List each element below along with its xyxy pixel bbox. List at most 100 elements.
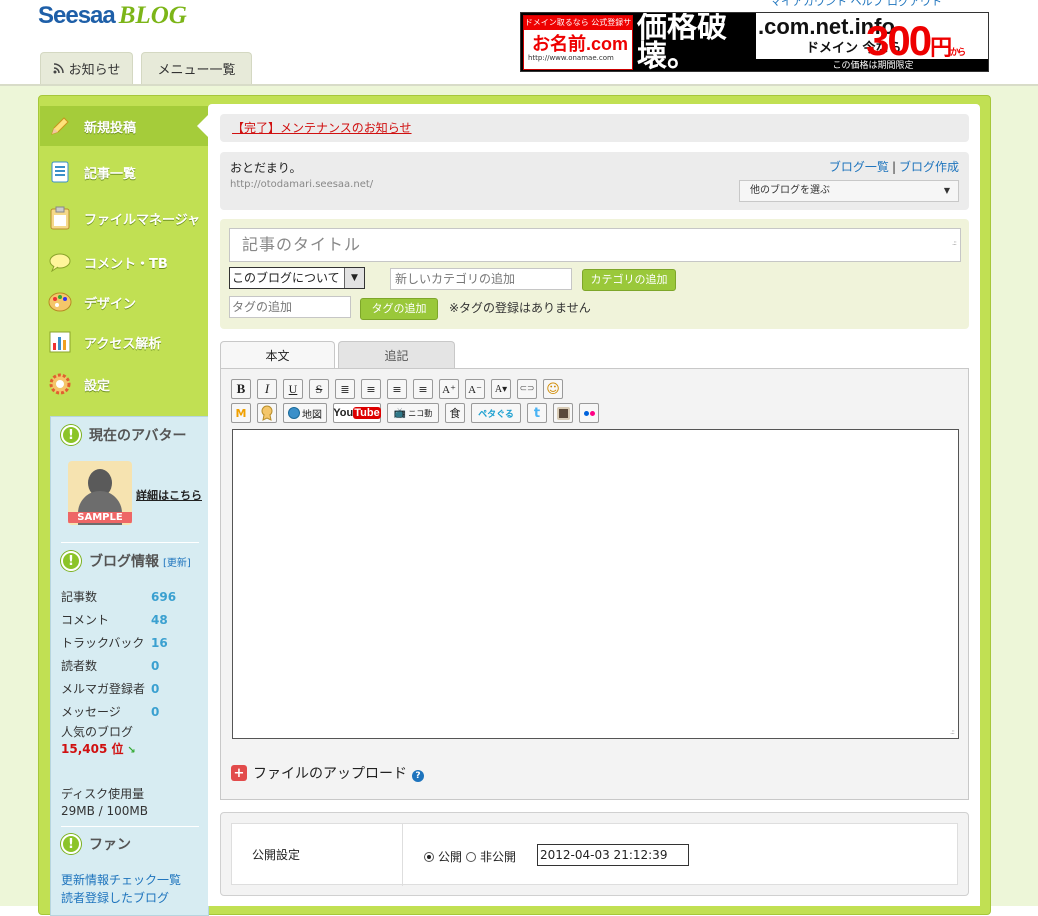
blog-info-update-link[interactable]: [更新] bbox=[163, 554, 191, 569]
strikethrough-button[interactable]: S bbox=[309, 379, 329, 399]
ribbon-icon[interactable] bbox=[257, 403, 277, 423]
radio-private[interactable] bbox=[466, 851, 477, 862]
stat-label: コメント bbox=[61, 613, 110, 627]
sidebar-item-comments[interactable]: コメント・TB bbox=[40, 242, 208, 282]
stat-value[interactable]: 48 bbox=[151, 613, 168, 627]
tab-menu-list-label: メニュー一覧 bbox=[157, 63, 236, 78]
sidebar-item-file-manager[interactable]: ファイルマネージャ bbox=[40, 198, 208, 238]
emoji-button[interactable]: ☺ bbox=[543, 379, 563, 399]
instagram-icon[interactable] bbox=[553, 403, 573, 423]
tab-body[interactable]: 本文 bbox=[220, 341, 335, 369]
stat-row: トラックバック 16 bbox=[61, 631, 201, 654]
stat-label: メッセージ bbox=[61, 705, 121, 719]
sidebar-item-settings[interactable]: 設定 bbox=[40, 364, 208, 404]
sidebar-item-analytics[interactable]: アクセス解析 bbox=[40, 322, 208, 362]
stat-value[interactable]: 0 bbox=[151, 705, 159, 719]
bar-chart-icon bbox=[48, 330, 72, 354]
amazon-icon[interactable]: M bbox=[231, 403, 251, 423]
resize-grip-icon[interactable]: .:: bbox=[950, 728, 955, 736]
no-tags-text: ※タグの登録はありません bbox=[449, 301, 591, 315]
dropdown-arrow-icon: ▼ bbox=[344, 268, 364, 288]
sidebar-item-label: 記事一覧 bbox=[84, 166, 137, 182]
align-right-button[interactable]: ≡ bbox=[413, 379, 433, 399]
fan-link-subscribed[interactable]: 読者登録したブログ bbox=[61, 889, 181, 907]
sidebar-item-label: コメント・TB bbox=[84, 256, 168, 272]
post-title-input[interactable]: 記事のタイトル .:: bbox=[229, 228, 961, 262]
sidebar-item-design[interactable]: デザイン bbox=[40, 282, 208, 322]
fan-link-updates[interactable]: 更新情報チェック一覧 bbox=[61, 871, 181, 889]
header: Seesaa BLOG マイアカウント ヘルプ ログアウト お知らせ メニュー一… bbox=[0, 0, 1038, 90]
tag-input[interactable]: タグの追加 bbox=[229, 296, 351, 318]
tab-extended[interactable]: 追記 bbox=[338, 341, 455, 369]
notice-link[interactable]: 【完了】メンテナンスのお知らせ bbox=[232, 121, 412, 135]
map-button-label: 地図 bbox=[302, 409, 322, 421]
food-button[interactable]: 食 bbox=[445, 403, 465, 423]
new-category-input[interactable]: 新しいカテゴリの追加 bbox=[390, 268, 572, 290]
twitter-icon[interactable]: t bbox=[527, 403, 547, 423]
blog-list-link[interactable]: ブログ一覧 bbox=[829, 160, 889, 174]
category-selected: このブログについて bbox=[232, 271, 340, 285]
blog-url[interactable]: http://otodamari.seesaa.net/ bbox=[230, 179, 373, 190]
bold-button[interactable]: B bbox=[231, 379, 251, 399]
blockquote-button[interactable]: ≣ bbox=[335, 379, 355, 399]
help-icon[interactable]: ? bbox=[412, 770, 424, 782]
stat-value[interactable]: 0 bbox=[151, 659, 159, 673]
ad-headline: 価格破壊。 bbox=[637, 12, 727, 72]
youtube-button[interactable]: You Tube bbox=[333, 403, 381, 423]
other-blog-select-label: 他のブログを選ぶ bbox=[750, 185, 830, 196]
publish-radio-group: 公開 非公開 bbox=[424, 848, 516, 865]
top-links[interactable]: マイアカウント ヘルプ ログアウト bbox=[770, 0, 942, 9]
align-left-button[interactable]: ≡ bbox=[361, 379, 381, 399]
pencil-icon bbox=[48, 114, 72, 138]
disk-label: ディスク使用量 bbox=[61, 787, 145, 801]
italic-button[interactable]: I bbox=[257, 379, 277, 399]
avatar[interactable]: SAMPLE bbox=[68, 461, 132, 525]
stat-value[interactable]: 696 bbox=[151, 590, 176, 604]
seesaa-blog-logo[interactable]: Seesaa BLOG bbox=[38, 2, 187, 30]
petagru-button[interactable]: ペタぐる bbox=[471, 403, 521, 423]
map-button[interactable]: 地図 bbox=[283, 403, 327, 423]
flickr-icon[interactable] bbox=[579, 403, 599, 423]
radio-public-label[interactable]: 公開 bbox=[438, 848, 462, 865]
editor-panel: B I U S ≣ ≡ ≡ ≡ A⁺ A⁻ A▾ ⊂⊃ ☺ M 地図 You Tu… bbox=[220, 368, 969, 800]
link-button[interactable]: ⊂⊃ bbox=[517, 379, 537, 399]
twitter-label: t bbox=[533, 405, 541, 421]
publish-settings-inner: 公開設定 公開 非公開 2012-04-03 21:12:39 bbox=[231, 823, 958, 886]
avatar-sample-label: SAMPLE bbox=[68, 512, 132, 523]
publish-datetime-input[interactable]: 2012-04-03 21:12:39 bbox=[537, 844, 689, 866]
sidebar-item-new-post[interactable]: 新規投稿 bbox=[40, 106, 209, 146]
sidebar-item-post-list[interactable]: 記事一覧 bbox=[40, 152, 208, 192]
font-size-down-button[interactable]: A⁻ bbox=[465, 379, 485, 399]
add-tag-button[interactable]: タグの追加 bbox=[360, 298, 438, 320]
other-blog-select[interactable]: 他のブログを選ぶ ▼ bbox=[739, 180, 959, 202]
category-select[interactable]: このブログについて ▼ bbox=[229, 267, 365, 289]
ad-price-value: 300 bbox=[866, 17, 932, 64]
sidebar-nav: 新規投稿 記事一覧 ファイルマネージャ コメント・TB デザイン アクセス解析 … bbox=[40, 100, 209, 418]
ad-note: この価格は期間限定 bbox=[756, 59, 988, 71]
file-upload[interactable]: + ファイルのアップロード ? bbox=[231, 763, 424, 783]
font-size-up-button[interactable]: A⁺ bbox=[439, 379, 459, 399]
radio-public[interactable] bbox=[424, 851, 434, 862]
sidebar-info-panel: ! 現在のアバター SAMPLE 詳細はこちら ! ブログ情報 [更新] 記事数… bbox=[50, 416, 209, 916]
plus-icon: + bbox=[231, 765, 247, 781]
avatar-detail-link[interactable]: 詳細はこちら bbox=[136, 487, 202, 503]
tab-news-label: お知らせ bbox=[68, 63, 121, 78]
underline-button[interactable]: U bbox=[283, 379, 303, 399]
fan-links: 更新情報チェック一覧 読者登録したブログ bbox=[61, 871, 181, 907]
add-category-button[interactable]: カテゴリの追加 bbox=[582, 269, 676, 291]
blog-links: ブログ一覧 | ブログ作成 bbox=[829, 158, 959, 175]
resize-grip-icon[interactable]: .:: bbox=[952, 227, 957, 259]
nicovideo-button[interactable]: 📺 ニコ動 bbox=[387, 403, 439, 423]
blog-create-link[interactable]: ブログ作成 bbox=[899, 160, 959, 174]
popular-label: 人気のブログ bbox=[61, 725, 134, 739]
tab-news[interactable]: お知らせ bbox=[40, 52, 133, 84]
font-color-button[interactable]: A▾ bbox=[491, 379, 511, 399]
body-textarea[interactable]: .:: bbox=[232, 429, 959, 739]
ad-left-block: ドメイン取るなら 公式登録サービス お名前.com http://www.ona… bbox=[523, 15, 633, 70]
stat-value[interactable]: 0 bbox=[151, 682, 159, 696]
radio-private-label[interactable]: 非公開 bbox=[480, 848, 516, 865]
tab-menu-list[interactable]: メニュー一覧 bbox=[141, 52, 252, 84]
align-center-button[interactable]: ≡ bbox=[387, 379, 407, 399]
stat-value[interactable]: 16 bbox=[151, 636, 168, 650]
ad-banner[interactable]: ドメイン取るなら 公式登録サービス お名前.com http://www.ona… bbox=[520, 12, 989, 72]
